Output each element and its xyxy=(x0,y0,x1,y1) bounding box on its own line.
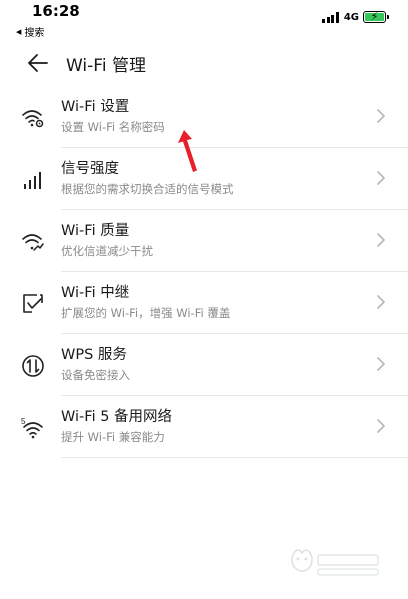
annotation-arrow-icon xyxy=(178,130,197,172)
arrow-left-icon[interactable] xyxy=(27,53,49,73)
item-description: 提升 Wi-Fi 兼容能力 xyxy=(61,430,165,444)
chevron-right-icon xyxy=(377,357,385,371)
item-description: 设置 Wi-Fi 名称密码 xyxy=(61,120,165,134)
status-bar: 16:28 ◀ 搜索 4G ⚡ xyxy=(0,0,408,40)
charging-bolt-icon: ⚡ xyxy=(370,10,379,23)
item-description: 扩展您的 Wi-Fi，增强 Wi-Fi 覆盖 xyxy=(61,306,231,320)
item-label: Wi-Fi 设置 xyxy=(61,99,130,115)
wifi-quality-icon xyxy=(22,234,44,251)
back-to-search-link[interactable]: ◀ 搜索 xyxy=(16,24,45,40)
item-description: 根据您的需求切换合适的信号模式 xyxy=(61,182,234,196)
chevron-right-icon xyxy=(377,109,385,123)
page-title: Wi-Fi 管理 xyxy=(66,56,146,76)
chevron-right-icon xyxy=(377,171,385,185)
cellular-signal-icon xyxy=(322,11,339,23)
wifi-settings-icon xyxy=(22,110,44,128)
signal-strength-icon xyxy=(24,172,41,189)
item-description: 设备免密接入 xyxy=(61,368,130,382)
list-item-wps[interactable]: WPS 服务 设备免密接入 xyxy=(0,334,408,396)
network-type: 4G xyxy=(343,11,359,23)
wifi5-icon: 5 xyxy=(21,417,43,439)
battery-icon: ⚡ xyxy=(363,10,389,23)
status-time: 16:28 xyxy=(32,2,80,20)
divider xyxy=(61,457,408,458)
item-label: Wi-Fi 质量 xyxy=(61,223,130,239)
item-label: WPS 服务 xyxy=(61,347,127,363)
watermark-logo-icon xyxy=(291,549,379,576)
chevron-right-icon xyxy=(377,233,385,247)
list-item-wifi-relay[interactable]: Wi-Fi 中继 扩展您的 Wi-Fi，增强 Wi-Fi 覆盖 xyxy=(0,272,408,334)
chevron-right-icon xyxy=(377,419,385,433)
list-item-wifi-quality[interactable]: Wi-Fi 质量 优化信道减少干扰 xyxy=(0,210,408,272)
item-label: 信号强度 xyxy=(61,161,119,177)
item-label: Wi-Fi 5 备用网络 xyxy=(61,409,173,425)
status-indicators: 4G ⚡ xyxy=(322,10,389,23)
title-bar: Wi-Fi 管理 xyxy=(0,40,408,86)
svg-text:5: 5 xyxy=(21,417,26,426)
wifi-relay-icon xyxy=(23,294,43,313)
list-item-wifi5-backup[interactable]: 5 Wi-Fi 5 备用网络 提升 Wi-Fi 兼容能力 xyxy=(0,396,408,458)
back-triangle-icon: ◀ xyxy=(16,27,22,36)
back-to-search-label: 搜索 xyxy=(24,28,45,39)
item-label: Wi-Fi 中继 xyxy=(61,285,130,301)
chevron-right-icon xyxy=(377,295,385,309)
wps-icon xyxy=(22,355,44,377)
item-description: 优化信道减少干扰 xyxy=(61,244,153,258)
